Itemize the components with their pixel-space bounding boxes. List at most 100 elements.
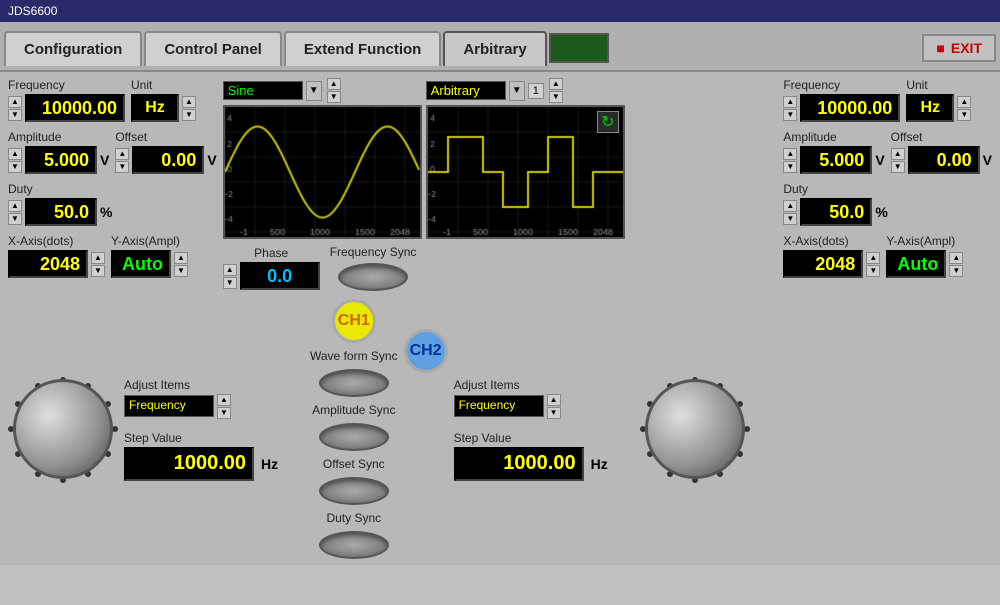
ch2-freq-down[interactable]: ▼	[783, 109, 797, 121]
phase-down[interactable]: ▼	[223, 277, 237, 289]
graph2-waveform-dropdown[interactable]: Arbitrary	[426, 81, 506, 100]
tab-extend-function[interactable]: Extend Function	[284, 31, 442, 66]
ch1-yaxis-up[interactable]: ▲	[174, 252, 188, 264]
offset-sync-button[interactable]	[319, 477, 389, 505]
ch1-amp-unit: V	[100, 152, 109, 168]
graph-area: Sine ▼ ▲ ▼ Arbitrary ▼	[223, 78, 778, 291]
sync-column: Frequency Sync	[330, 245, 417, 291]
tab-control-panel[interactable]: Control Panel	[144, 31, 282, 66]
graph2-nav-down[interactable]: ▼	[549, 91, 563, 103]
ch2-duty-spinner[interactable]: ▲ ▼	[783, 200, 797, 225]
graph1-dropdown-arrow[interactable]: ▼	[306, 81, 322, 101]
ch1-xaxis-spinner[interactable]: ▲ ▼	[91, 252, 105, 277]
duty-sync-button[interactable]	[319, 531, 389, 559]
ch2-adjust-dropdown[interactable]: Frequency	[454, 395, 544, 417]
ch2-xaxis-display: 2048	[783, 250, 863, 278]
wave-sync-button[interactable]	[319, 369, 389, 397]
ch2-xaxis-spinner[interactable]: ▲ ▼	[866, 252, 880, 277]
ch2-adjust-label: Adjust Items	[454, 378, 634, 392]
graph2-refresh-btn[interactable]: ↻	[597, 111, 619, 133]
ch1-offset-up[interactable]: ▲	[115, 148, 129, 160]
ch2-knob-container[interactable]	[640, 374, 750, 484]
ch2-yaxis-down[interactable]: ▼	[949, 265, 963, 277]
ch2-xaxis-down[interactable]: ▼	[866, 265, 880, 277]
ch1-duty-down[interactable]: ▼	[8, 213, 22, 225]
ch1-amp-down[interactable]: ▼	[8, 161, 22, 173]
graph1-nav-up[interactable]: ▲	[327, 78, 341, 90]
graph2-display: ↻	[426, 105, 625, 239]
ch2-knob[interactable]	[645, 379, 745, 479]
graph2-nav-up[interactable]: ▲	[549, 78, 563, 90]
ch2-adjust-block: Adjust Items Frequency ▲ ▼ Step Value 10…	[454, 378, 634, 481]
phase-spinner[interactable]: ▲ ▼	[223, 264, 237, 289]
ch1-adjust-spinner[interactable]: ▲ ▼	[217, 394, 231, 419]
graph1-nav-spinner[interactable]: ▲ ▼	[327, 78, 341, 103]
graph1-waveform-dropdown[interactable]: Sine	[223, 81, 303, 100]
ch2-adjust-spinner[interactable]: ▲ ▼	[547, 394, 561, 419]
ch1-knob[interactable]	[13, 379, 113, 479]
ch2-yaxis-spinner[interactable]: ▲ ▼	[949, 252, 963, 277]
ch1-freq-up[interactable]: ▲	[8, 96, 22, 108]
ch2-offset-label: Offset	[891, 130, 992, 144]
ch1-yaxis-down[interactable]: ▼	[174, 265, 188, 277]
ch1-knob-container[interactable]	[8, 374, 118, 484]
tab-configuration[interactable]: Configuration	[4, 31, 142, 66]
ch2-offset-up[interactable]: ▲	[891, 148, 905, 160]
ch2-duty-up[interactable]: ▲	[783, 200, 797, 212]
ch1-xaxis-label: X-Axis(dots)	[8, 234, 105, 248]
ch1-unit-down[interactable]: ▼	[182, 109, 196, 121]
graph1-nav-down[interactable]: ▼	[327, 91, 341, 103]
ch1-amp-spinner[interactable]: ▲ ▼	[8, 148, 22, 173]
center-sync-area: CH1 Wave form Sync Amplitude Sync Offset…	[310, 299, 398, 559]
freq-sync-button[interactable]	[338, 263, 408, 291]
ch2-freq-up[interactable]: ▲	[783, 96, 797, 108]
graph2-dropdown-arrow[interactable]: ▼	[509, 81, 525, 101]
ch2-duty-unit: %	[875, 204, 887, 220]
ch1-xaxis-down[interactable]: ▼	[91, 265, 105, 277]
phase-label: Phase	[254, 246, 288, 260]
ch2-freq-display: 10000.00	[800, 94, 900, 122]
ch2-unit-spinner[interactable]: ▲ ▼	[957, 96, 971, 121]
exit-button[interactable]: ■ EXIT	[922, 34, 996, 62]
ch1-adjust-down[interactable]: ▼	[217, 407, 231, 419]
ch1-freq-spinner[interactable]: ▲ ▼	[8, 96, 22, 121]
ch1-unit-spinner[interactable]: ▲ ▼	[182, 96, 196, 121]
ch1-unit-up[interactable]: ▲	[182, 96, 196, 108]
ch1-yaxis-label: Y-Axis(Ampl)	[111, 234, 188, 248]
ch2-amp-display: 5.000	[800, 146, 872, 174]
ch1-adjust-up[interactable]: ▲	[217, 394, 231, 406]
ch1-duty-spinner[interactable]: ▲ ▼	[8, 200, 22, 225]
ch2-circle: CH2	[404, 329, 448, 373]
ch2-amp-spinner[interactable]: ▲ ▼	[783, 148, 797, 173]
ch2-xaxis-up[interactable]: ▲	[866, 252, 880, 264]
ch2-amp-down[interactable]: ▼	[783, 161, 797, 173]
ch1-offset-label: Offset	[115, 130, 216, 144]
ch1-offset-down[interactable]: ▼	[115, 161, 129, 173]
title-bar: JDS6600	[0, 0, 1000, 22]
ch1-duty-up[interactable]: ▲	[8, 200, 22, 212]
phase-up[interactable]: ▲	[223, 264, 237, 276]
ch2-step-label: Step Value	[454, 431, 634, 445]
wave-sync-label: Wave form Sync	[310, 349, 398, 363]
ch1-offset-spinner[interactable]: ▲ ▼	[115, 148, 129, 173]
ch2-unit-up[interactable]: ▲	[957, 96, 971, 108]
graph2-nav-spinner[interactable]: ▲ ▼	[549, 78, 563, 103]
ch1-xaxis-up[interactable]: ▲	[91, 252, 105, 264]
ch2-yaxis-up[interactable]: ▲	[949, 252, 963, 264]
ch2-adjust-up[interactable]: ▲	[547, 394, 561, 406]
ch2-amp-up[interactable]: ▲	[783, 148, 797, 160]
ch2-adjust-down[interactable]: ▼	[547, 407, 561, 419]
tab-arbitrary[interactable]: Arbitrary	[443, 31, 546, 66]
ch2-duty-down[interactable]: ▼	[783, 213, 797, 225]
ch1-yaxis-spinner[interactable]: ▲ ▼	[174, 252, 188, 277]
amp-sync-button[interactable]	[319, 423, 389, 451]
ch1-adjust-dropdown[interactable]: Frequency	[124, 395, 214, 417]
ch2-unit-down[interactable]: ▼	[957, 109, 971, 121]
app-title: JDS6600	[8, 4, 57, 18]
ch1-amp-up[interactable]: ▲	[8, 148, 22, 160]
ch2-offset-spinner[interactable]: ▲ ▼	[891, 148, 905, 173]
ch2-offset-down[interactable]: ▼	[891, 161, 905, 173]
ch1-freq-down[interactable]: ▼	[8, 109, 22, 121]
ch1-label: CH1	[338, 312, 370, 330]
ch2-freq-spinner[interactable]: ▲ ▼	[783, 96, 797, 121]
